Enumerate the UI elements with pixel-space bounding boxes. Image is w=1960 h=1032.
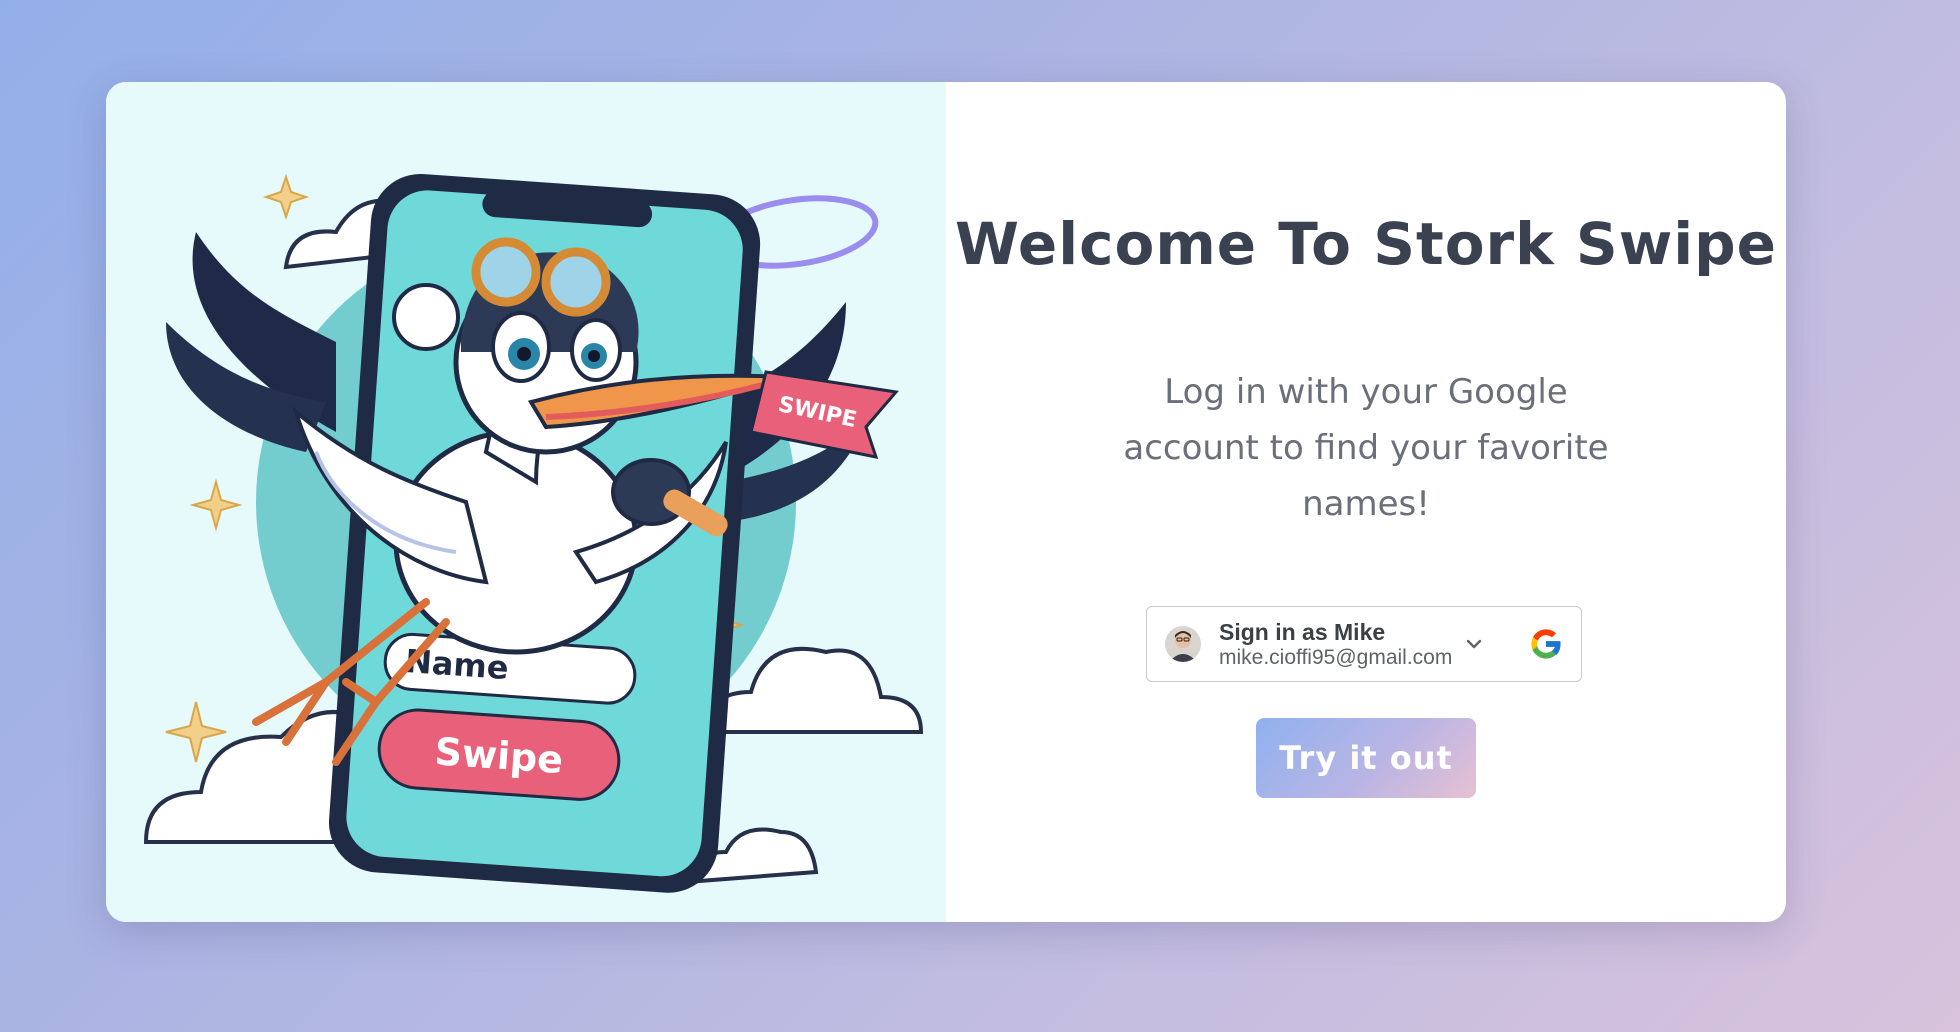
login-content: Welcome To Stork Swipe Log in with your … <box>946 82 1786 922</box>
illustration-swipe-button-text: Swipe <box>433 729 564 782</box>
login-card: Name Swipe SWIPE Welcome To Stork Swipe … <box>106 82 1786 922</box>
google-sign-in-button[interactable]: Sign in as Mike mike.cioffi95@gmail.com <box>1146 606 1582 682</box>
stork-illustration: Name Swipe SWIPE <box>106 82 946 922</box>
stork-illustration-svg: Name Swipe SWIPE <box>143 173 924 893</box>
avatar-icon <box>1165 626 1201 662</box>
page-title: Welcome To Stork Swipe <box>954 210 1778 278</box>
google-icon <box>1531 629 1562 659</box>
signin-email-label: mike.cioffi95@gmail.com <box>1219 646 1453 669</box>
chevron-down-icon[interactable] <box>1464 634 1484 654</box>
avatar <box>1165 626 1201 662</box>
google-sign-in-text: Sign in as Mike mike.cioffi95@gmail.com <box>1219 618 1452 670</box>
login-tagline: Log in with your Google account to find … <box>1123 372 1609 524</box>
signin-name-label: Sign in as Mike <box>1219 619 1386 645</box>
try-it-out-button[interactable]: Try it out <box>1256 718 1476 798</box>
